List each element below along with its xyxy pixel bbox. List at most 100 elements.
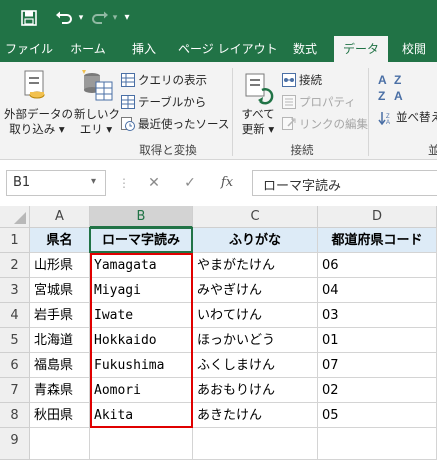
column-header-a[interactable]: A [30, 206, 90, 228]
formula-bar-grip-icon: ⋮ [118, 176, 130, 190]
row-header-9[interactable]: 9 [0, 428, 30, 460]
row-header-7[interactable]: 7 [0, 378, 30, 403]
new-query-line1[interactable]: 新しいク [74, 106, 120, 122]
row-header-1[interactable]: 1 [0, 228, 30, 253]
cell-d6[interactable]: 07 [318, 353, 437, 378]
new-query-line2[interactable]: エリ ▾ [74, 121, 118, 137]
cell-a9[interactable] [30, 428, 90, 460]
cell-d2[interactable]: 06 [318, 253, 437, 278]
row-header-2[interactable]: 2 [0, 253, 30, 278]
from-table-icon [121, 94, 135, 109]
tab-page-layout[interactable]: ページ レイアウト [178, 36, 278, 62]
cell-d9[interactable] [318, 428, 437, 460]
cell-c3[interactable]: みやぎけん [193, 278, 318, 303]
formula-input[interactable]: ローマ字読み [252, 170, 437, 196]
tab-review[interactable]: 校閲 [394, 36, 434, 62]
formula-content: ローマ字読み [263, 179, 342, 194]
tab-formulas[interactable]: 数式 [284, 36, 326, 62]
properties-button: プロパティ [299, 95, 356, 109]
cell-a7[interactable]: 青森県 [30, 378, 90, 403]
cell-d5[interactable]: 01 [318, 328, 437, 353]
cell-b9[interactable] [90, 428, 193, 460]
cell-d3[interactable]: 04 [318, 278, 437, 303]
formula-bar: B1 ▾ ⋮ ✕ ✓ fx ローマ字読み [0, 160, 437, 206]
sort-az-icon[interactable]: AZZA [376, 70, 412, 106]
cancel-icon[interactable]: ✕ [144, 172, 164, 194]
row-header-4[interactable]: 4 [0, 303, 30, 328]
insert-function-icon[interactable]: fx [216, 172, 238, 194]
select-all-corner[interactable] [0, 206, 30, 228]
cell-c2[interactable]: やまがたけん [193, 253, 318, 278]
row-header-8[interactable]: 8 [0, 403, 30, 428]
connections-icon [282, 72, 296, 87]
redo-icon [88, 0, 112, 36]
row-header-3[interactable]: 3 [0, 278, 30, 303]
cell-c5[interactable]: ほっかいどう [193, 328, 318, 353]
cell-a2[interactable]: 山形県 [30, 253, 90, 278]
column-header-c[interactable]: C [193, 206, 318, 228]
cell-a6[interactable]: 福島県 [30, 353, 90, 378]
group-divider [232, 68, 233, 156]
undo-dropdown-icon[interactable]: ▾ [76, 0, 86, 36]
new-query-icon[interactable] [78, 68, 114, 104]
recent-sources-icon [121, 116, 135, 131]
tab-insert[interactable]: 挿入 [124, 36, 164, 62]
cell-c9[interactable] [193, 428, 318, 460]
name-box-dropdown-icon[interactable]: ▾ [91, 176, 96, 187]
cell-d8[interactable]: 05 [318, 403, 437, 428]
edit-links-icon [282, 116, 296, 130]
sort-button[interactable]: 並べ替え [396, 109, 437, 125]
cell-c1[interactable]: ふりがな [193, 228, 318, 253]
tab-data[interactable]: データ [334, 36, 388, 62]
show-queries-button[interactable]: クエリの表示 [138, 72, 207, 88]
row-header-6[interactable]: 6 [0, 353, 30, 378]
cell-d7[interactable]: 02 [318, 378, 437, 403]
get-external-data-line1[interactable]: 外部データの [4, 106, 73, 122]
external-data-icon[interactable] [16, 68, 52, 104]
cell-a3[interactable]: 宮城県 [30, 278, 90, 303]
column-header-b[interactable]: B [90, 206, 193, 228]
cell-c7[interactable]: あおもりけん [193, 378, 318, 403]
group-connections: 接続 [290, 143, 314, 157]
group-get-transform: 取得と変換 [139, 143, 197, 157]
cell-c8[interactable]: あきたけん [193, 403, 318, 428]
save-icon[interactable] [16, 0, 42, 36]
quick-access-toolbar: ▾ ▾ ▾ [0, 0, 437, 36]
enter-icon[interactable]: ✓ [180, 172, 200, 194]
show-queries-icon [121, 72, 135, 87]
refresh-all-icon[interactable] [240, 70, 276, 106]
cell-c4[interactable]: いわてけん [193, 303, 318, 328]
tab-file[interactable]: ファイル [4, 36, 54, 62]
cell-a8[interactable]: 秋田県 [30, 403, 90, 428]
active-cell-outline [89, 227, 193, 253]
svg-text:Z: Z [378, 89, 385, 103]
cell-a1[interactable]: 県名 [30, 228, 90, 253]
customize-icon[interactable]: ▾ [120, 0, 134, 36]
highlight-box [90, 253, 193, 428]
row-header-5[interactable]: 5 [0, 328, 30, 353]
recent-sources-button[interactable]: 最近使ったソース [138, 116, 229, 132]
undo-icon[interactable] [50, 0, 78, 36]
sort-icon: ZA [378, 110, 392, 126]
properties-icon [282, 94, 296, 109]
refresh-all-line1[interactable]: すべて [238, 106, 278, 122]
tab-home[interactable]: ホーム [66, 36, 110, 62]
column-header-d[interactable]: D [318, 206, 437, 228]
name-box-value: B1 [13, 175, 31, 190]
refresh-all-line2[interactable]: 更新 ▾ [238, 121, 278, 137]
from-table-button[interactable]: テーブルから [138, 94, 206, 110]
cell-a4[interactable]: 岩手県 [30, 303, 90, 328]
group-divider-2 [368, 68, 369, 156]
cell-d4[interactable]: 03 [318, 303, 437, 328]
svg-text:A: A [394, 89, 403, 103]
connections-button[interactable]: 接続 [299, 72, 322, 88]
cell-d1[interactable]: 都道府県コード [318, 228, 437, 253]
cell-a5[interactable]: 北海道 [30, 328, 90, 353]
cell-c6[interactable]: ふくしまけん [193, 353, 318, 378]
redo-dropdown-icon: ▾ [112, 13, 118, 23]
ribbon-tabs: ファイル ホーム 挿入 ページ レイアウト 数式 データ 校閲 [0, 36, 437, 62]
edit-links-button: リンクの編集 [299, 117, 368, 131]
get-external-data-line2[interactable]: 取り込み ▾ [4, 121, 70, 137]
name-box[interactable]: B1 ▾ [6, 170, 106, 196]
worksheet-grid[interactable]: A B C D 1 県名 ローマ字読み ふりがな 都道府県コード 2 山形県 Yamagata やまがた… [0, 206, 437, 460]
